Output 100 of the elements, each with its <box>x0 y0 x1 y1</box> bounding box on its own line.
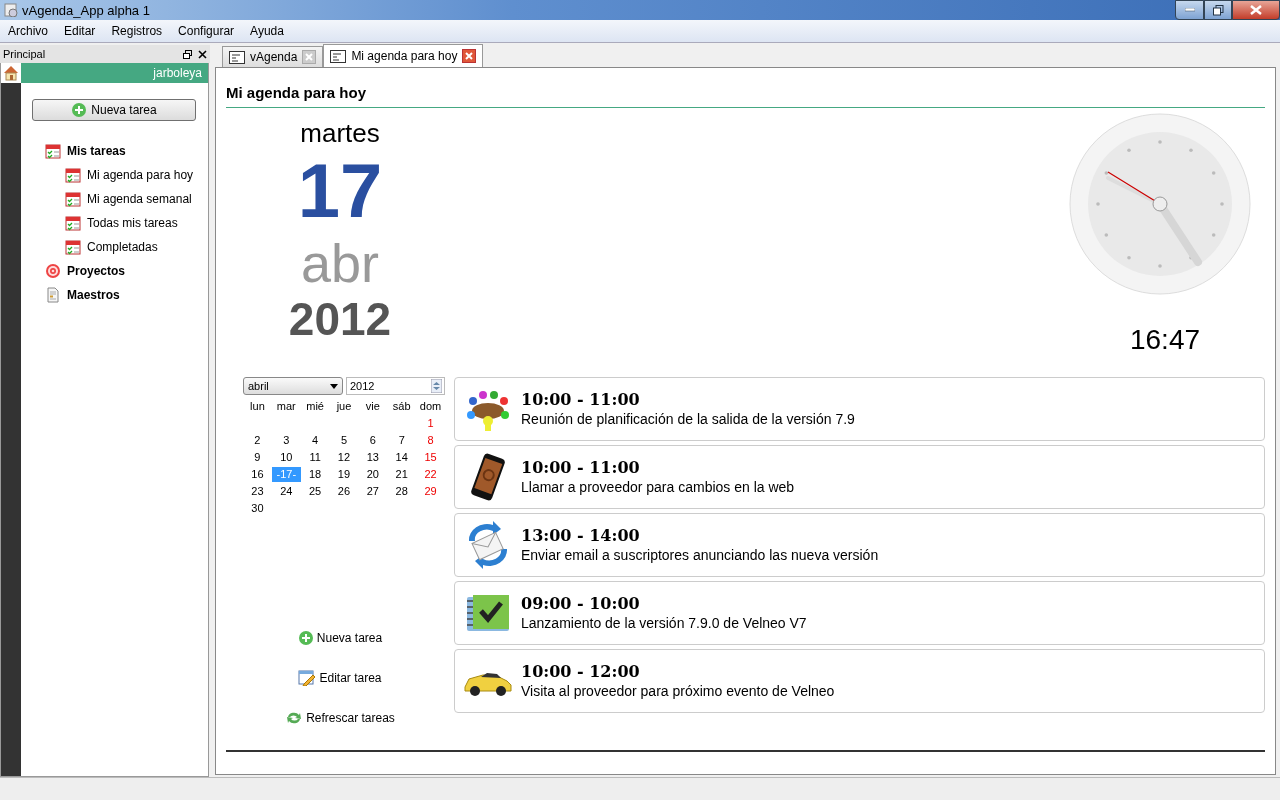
add-icon <box>297 630 314 646</box>
menu-item[interactable]: Ayuda <box>242 24 292 38</box>
calendar-day[interactable]: 22 <box>416 467 445 482</box>
task-card[interactable]: 13:00 - 14:00 Enviar email a suscriptores anunciando las nueva versión <box>454 513 1265 577</box>
minimize-button[interactable] <box>1175 0 1204 20</box>
task-title: Visita al proveedor para próximo evento de Velneo <box>521 683 835 699</box>
day-number: 17 <box>297 149 383 233</box>
minimize-icon <box>1184 8 1195 12</box>
weekday-label: mar <box>275 399 297 414</box>
weekday-label: jue <box>335 399 353 414</box>
weekday-label: lun <box>249 399 266 414</box>
weekday-label: vie <box>364 399 381 414</box>
task-title: Llamar a proveedor para cambios en la web <box>521 479 795 495</box>
calendar-day[interactable]: 4 <box>300 433 330 448</box>
float-icon[interactable] <box>183 49 192 59</box>
task-card[interactable]: 10:00 - 11:00 Reunión de planificación de la salida de la versión 7.9 <box>454 377 1265 441</box>
task-time: 10:00 - 12:00 <box>521 663 641 681</box>
task-card[interactable]: 09:00 - 10:00 Lanzamiento de la versión 7.9.0 de Velneo V7 <box>454 581 1265 645</box>
year-spinbox[interactable]: 2012 <box>346 377 445 395</box>
app-icon <box>4 3 18 17</box>
calendar-day[interactable]: 26 <box>329 484 359 499</box>
tree-item[interactable]: Maestros <box>45 283 208 307</box>
document-icon <box>45 287 61 303</box>
user-name: jarboleya <box>153 66 202 80</box>
tree-item[interactable]: Proyectos <box>45 259 208 283</box>
task-time: 09:00 - 10:00 <box>521 595 641 613</box>
calendar-day[interactable]: 18 <box>300 467 330 482</box>
calendar-day[interactable]: 10 <box>271 450 301 465</box>
window-title: vAgenda_App alpha 1 <box>22 2 150 18</box>
close-icon[interactable] <box>198 49 207 59</box>
calendar-day[interactable]: 9 <box>243 450 272 465</box>
calendar-day[interactable]: 5 <box>329 433 359 448</box>
task-time: 10:00 - 11:00 <box>521 459 641 477</box>
calendar-day[interactable]: 14 <box>387 450 417 465</box>
target-icon <box>45 263 61 279</box>
page-heading: Mi agenda para hoy <box>226 84 1265 108</box>
calendar-day[interactable]: 21 <box>387 467 417 482</box>
dock-title: Principal <box>3 48 47 60</box>
tree-item[interactable]: Todas mis tareas <box>45 211 208 235</box>
calendar-check-icon <box>65 167 81 183</box>
calendar-check-icon <box>65 191 81 207</box>
tree-item[interactable]: Mis tareas <box>45 139 208 163</box>
tab[interactable]: vAgenda <box>222 46 324 67</box>
tab[interactable]: Mi agenda para hoy <box>323 44 484 67</box>
calendar-day[interactable]: 28 <box>387 484 417 499</box>
calendar-day[interactable]: 23 <box>243 484 272 499</box>
calendar-day[interactable]: 30 <box>243 501 272 516</box>
calendar-day[interactable]: 11 <box>300 450 330 465</box>
task-time: 10:00 - 11:00 <box>521 391 641 409</box>
weekday-label: sáb <box>391 399 412 414</box>
action-link[interactable]: Nueva tarea <box>297 628 383 648</box>
year-number: 2012 <box>288 293 392 345</box>
calendar-day[interactable]: 13 <box>358 450 388 465</box>
month-dropdown[interactable]: abril <box>243 377 343 395</box>
home-icon[interactable] <box>3 65 19 81</box>
form-icon <box>229 50 245 64</box>
calendar-day[interactable]: 7 <box>387 433 417 448</box>
tree-item[interactable]: Completadas <box>45 235 208 259</box>
calendar-day[interactable]: 25 <box>300 484 330 499</box>
calendar-day[interactable]: 3 <box>271 433 301 448</box>
pencil-window-icon <box>298 670 317 686</box>
calendar-day[interactable]: 2 <box>243 433 272 448</box>
calendar-day[interactable]: 12 <box>329 450 359 465</box>
task-card[interactable]: 10:00 - 12:00 Visita al proveedor para próximo evento de Velneo <box>454 649 1265 713</box>
calendar-day[interactable]: 16 <box>243 467 272 482</box>
task-title: Lanzamiento de la versión 7.9.0 de Velneo V7 <box>521 615 807 631</box>
calendar-day[interactable]: 20 <box>358 467 388 482</box>
add-icon <box>71 102 88 118</box>
month-name: abr <box>300 233 379 293</box>
task-time: 13:00 - 14:00 <box>521 527 641 545</box>
tree-item[interactable]: Mi agenda para hoy <box>45 163 208 187</box>
calendar-day[interactable]: 27 <box>358 484 388 499</box>
caret-icon <box>330 383 338 389</box>
task-card[interactable]: 10:00 - 11:00 Llamar a proveedor para cambios en la web <box>454 445 1265 509</box>
task-title: Enviar email a suscriptores anunciando las nueva versión <box>521 547 879 563</box>
spin-arrows-icon <box>431 379 442 393</box>
calendar-day[interactable]: 8 <box>416 433 445 448</box>
calendar-day[interactable]: 15 <box>416 450 445 465</box>
form-icon <box>330 49 347 63</box>
menu-item[interactable]: Editar <box>56 24 104 38</box>
calendar-day[interactable]: 1 <box>416 416 445 431</box>
restore-button[interactable] <box>1204 0 1232 20</box>
weekday-label: dom <box>418 399 443 414</box>
task-title: Reunión de planificación de la salida de la versión 7.9 <box>521 411 855 427</box>
action-link[interactable]: Refrescar tareas <box>285 708 395 728</box>
restore-icon <box>1212 4 1224 16</box>
new-task-button[interactable]: Nueva tarea <box>32 99 196 121</box>
digital-time: 16:47 <box>1129 324 1201 356</box>
calendar-day[interactable]: 6 <box>358 433 388 448</box>
menu-item[interactable]: Archivo <box>0 24 56 38</box>
menu-item[interactable]: Configurar <box>170 24 243 38</box>
close-icon <box>1250 5 1262 15</box>
calendar-day[interactable]: 19 <box>329 467 359 482</box>
calendar-day[interactable]: 24 <box>271 484 301 499</box>
close-button[interactable] <box>1232 0 1280 20</box>
calendar-day[interactable]: 29 <box>416 484 445 499</box>
menu-item[interactable]: Registros <box>103 24 171 38</box>
calendar-check-icon <box>65 239 81 255</box>
action-link[interactable]: Editar tarea <box>298 668 382 688</box>
tree-item[interactable]: Mi agenda semanal <box>45 187 208 211</box>
